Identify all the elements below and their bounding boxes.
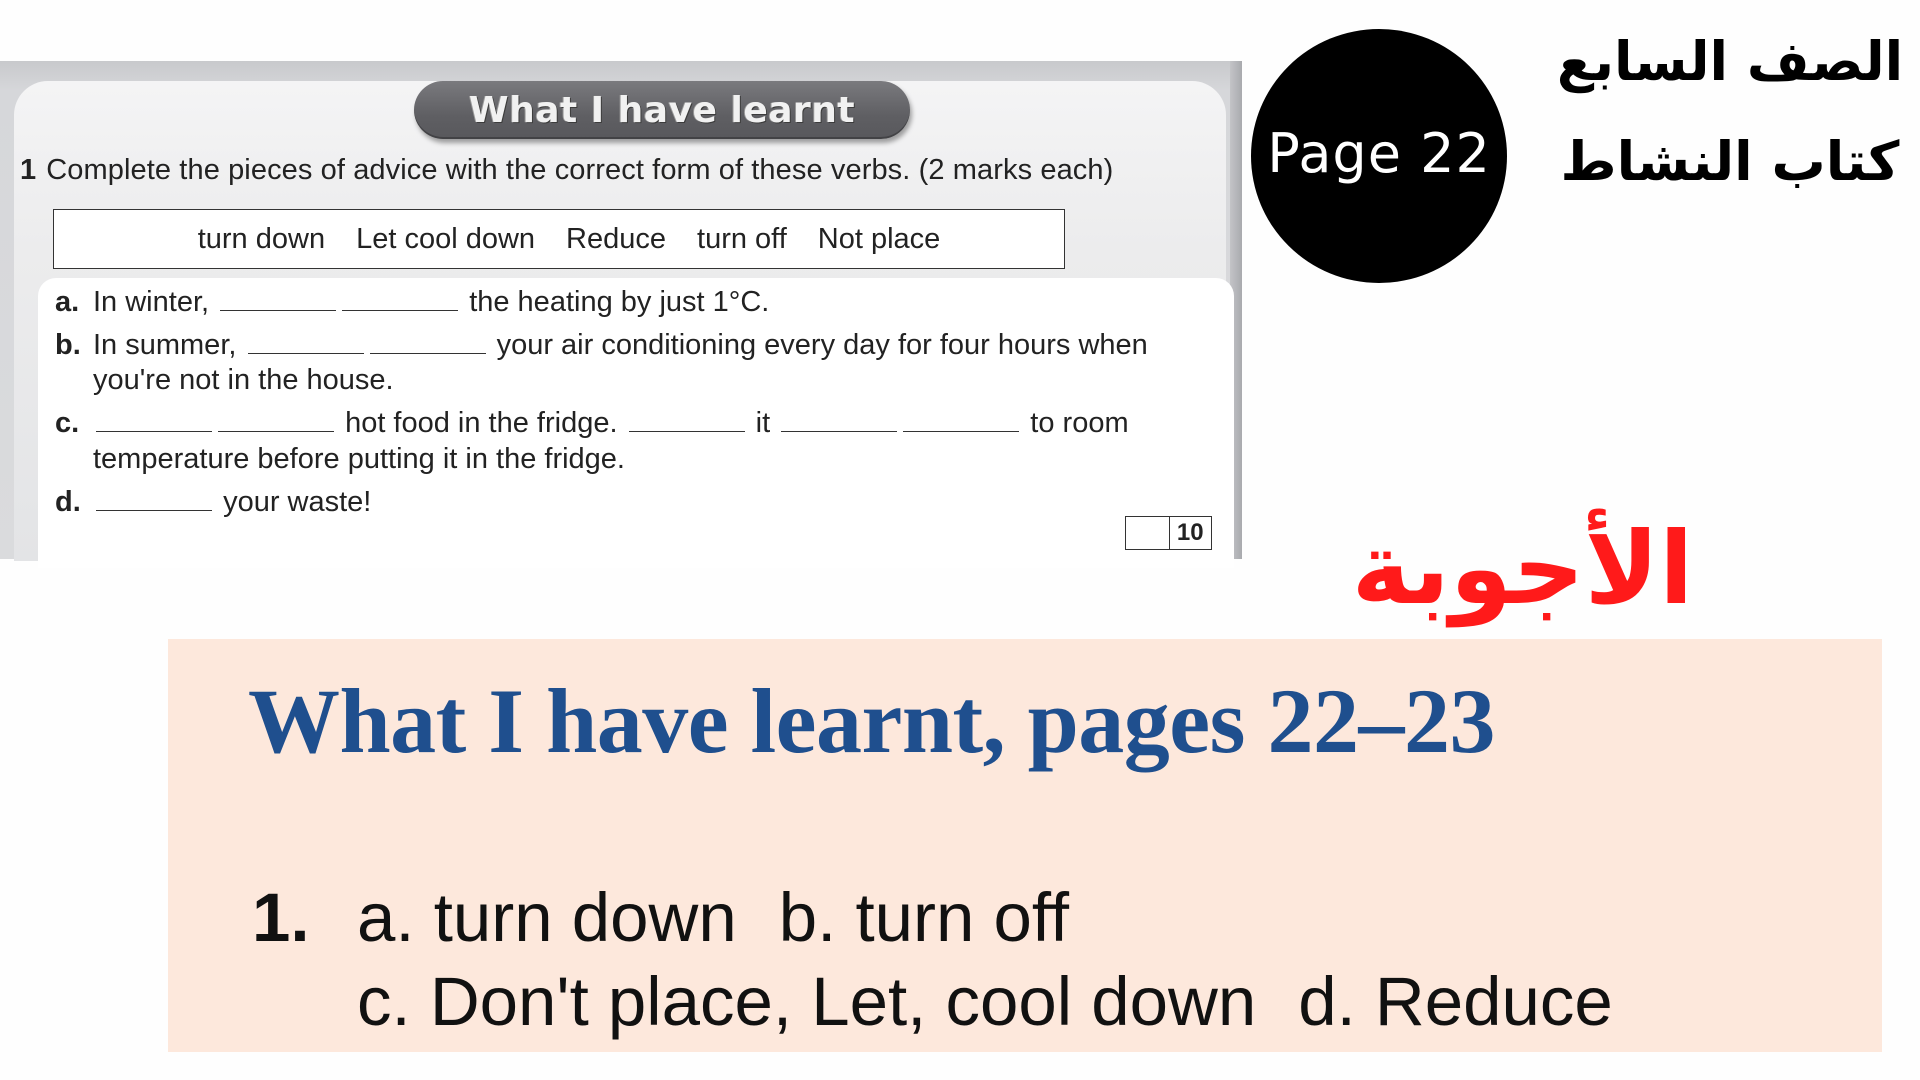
answer-blank[interactable] <box>96 488 212 511</box>
answer-blank[interactable] <box>96 409 212 432</box>
grade-label: الصف السابع <box>1556 30 1904 93</box>
exercise-item-b: b. In summer, your air conditioning every… <box>55 329 1148 362</box>
item-text: hot food in the fridge. <box>345 407 618 439</box>
answer-number: 1. <box>252 879 310 956</box>
score-box: 10 <box>1125 516 1212 550</box>
answer-d: d. Reduce <box>1298 963 1613 1040</box>
page-label: Page 22 <box>1267 121 1491 185</box>
item-text: In summer, <box>93 329 237 361</box>
exercise-number: 1 <box>20 154 37 186</box>
item-text: the heating by just 1°C. <box>469 286 770 318</box>
word-option: turn down <box>197 222 326 255</box>
answer-c: c. Don't place, Let, cool down <box>357 963 1257 1040</box>
answer-key-title: What I have learnt, pages 22–23 <box>248 670 1495 772</box>
item-text: your air conditioning every day for four… <box>496 329 1148 361</box>
answer-blank[interactable] <box>342 288 459 311</box>
page-badge: Page 22 <box>1251 29 1507 283</box>
answer-blank[interactable] <box>781 409 898 432</box>
exercise-item-a: a. In winter, the heating by just 1°C. <box>55 286 769 319</box>
answer-b: b. turn off <box>778 879 1070 956</box>
answer-blank[interactable] <box>218 409 334 432</box>
word-option: Not place <box>817 222 941 255</box>
score-input[interactable] <box>1126 517 1169 549</box>
item-label: d. <box>55 486 81 518</box>
item-text: you're not in the house. <box>93 364 394 396</box>
book-label: كتاب النشاط <box>1560 130 1900 193</box>
exercise-instruction: 1 Complete the pieces of advice with the … <box>20 154 1113 187</box>
exercise-item-b-cont: you're not in the house. <box>55 364 394 397</box>
answer-blank[interactable] <box>628 409 745 432</box>
item-label: c. <box>55 407 80 439</box>
exercise-item-d: d. your waste! <box>55 486 371 519</box>
item-text: it <box>755 407 771 439</box>
score-total: 10 <box>1168 517 1212 549</box>
item-text: In winter, <box>93 286 210 318</box>
answer-blank[interactable] <box>369 331 486 354</box>
word-option: Reduce <box>566 222 667 255</box>
item-text: to room <box>1030 407 1129 439</box>
word-option: turn off <box>697 222 787 255</box>
item-label: a. <box>55 286 80 318</box>
exercise-item-c-cont: temperature before putting it in the fri… <box>55 443 625 476</box>
answer-blank[interactable] <box>247 331 364 354</box>
instruction-text: Complete the pieces of advice with the c… <box>46 154 1114 186</box>
item-text: temperature before putting it in the fri… <box>93 443 625 475</box>
word-box: turn down Let cool down Reduce turn off … <box>53 209 1065 269</box>
word-option: Let cool down <box>356 222 536 255</box>
answer-blank[interactable] <box>220 288 337 311</box>
item-label: b. <box>55 329 81 361</box>
section-title-pill: What I have learnt <box>414 81 910 139</box>
answer-line-1: a. turn down b. turn off <box>357 878 1069 957</box>
exercise-item-c: c. hot food in the fridge. it to room <box>55 407 1129 440</box>
section-title: What I have learnt <box>468 89 856 131</box>
answer-a: a. turn down <box>357 879 737 956</box>
answer-blank[interactable] <box>903 409 1020 432</box>
answers-heading: الأجوبة <box>1351 510 1694 627</box>
item-text: your waste! <box>223 486 372 518</box>
answer-line-2: c. Don't place, Let, cool down d. Reduce <box>357 962 1613 1041</box>
